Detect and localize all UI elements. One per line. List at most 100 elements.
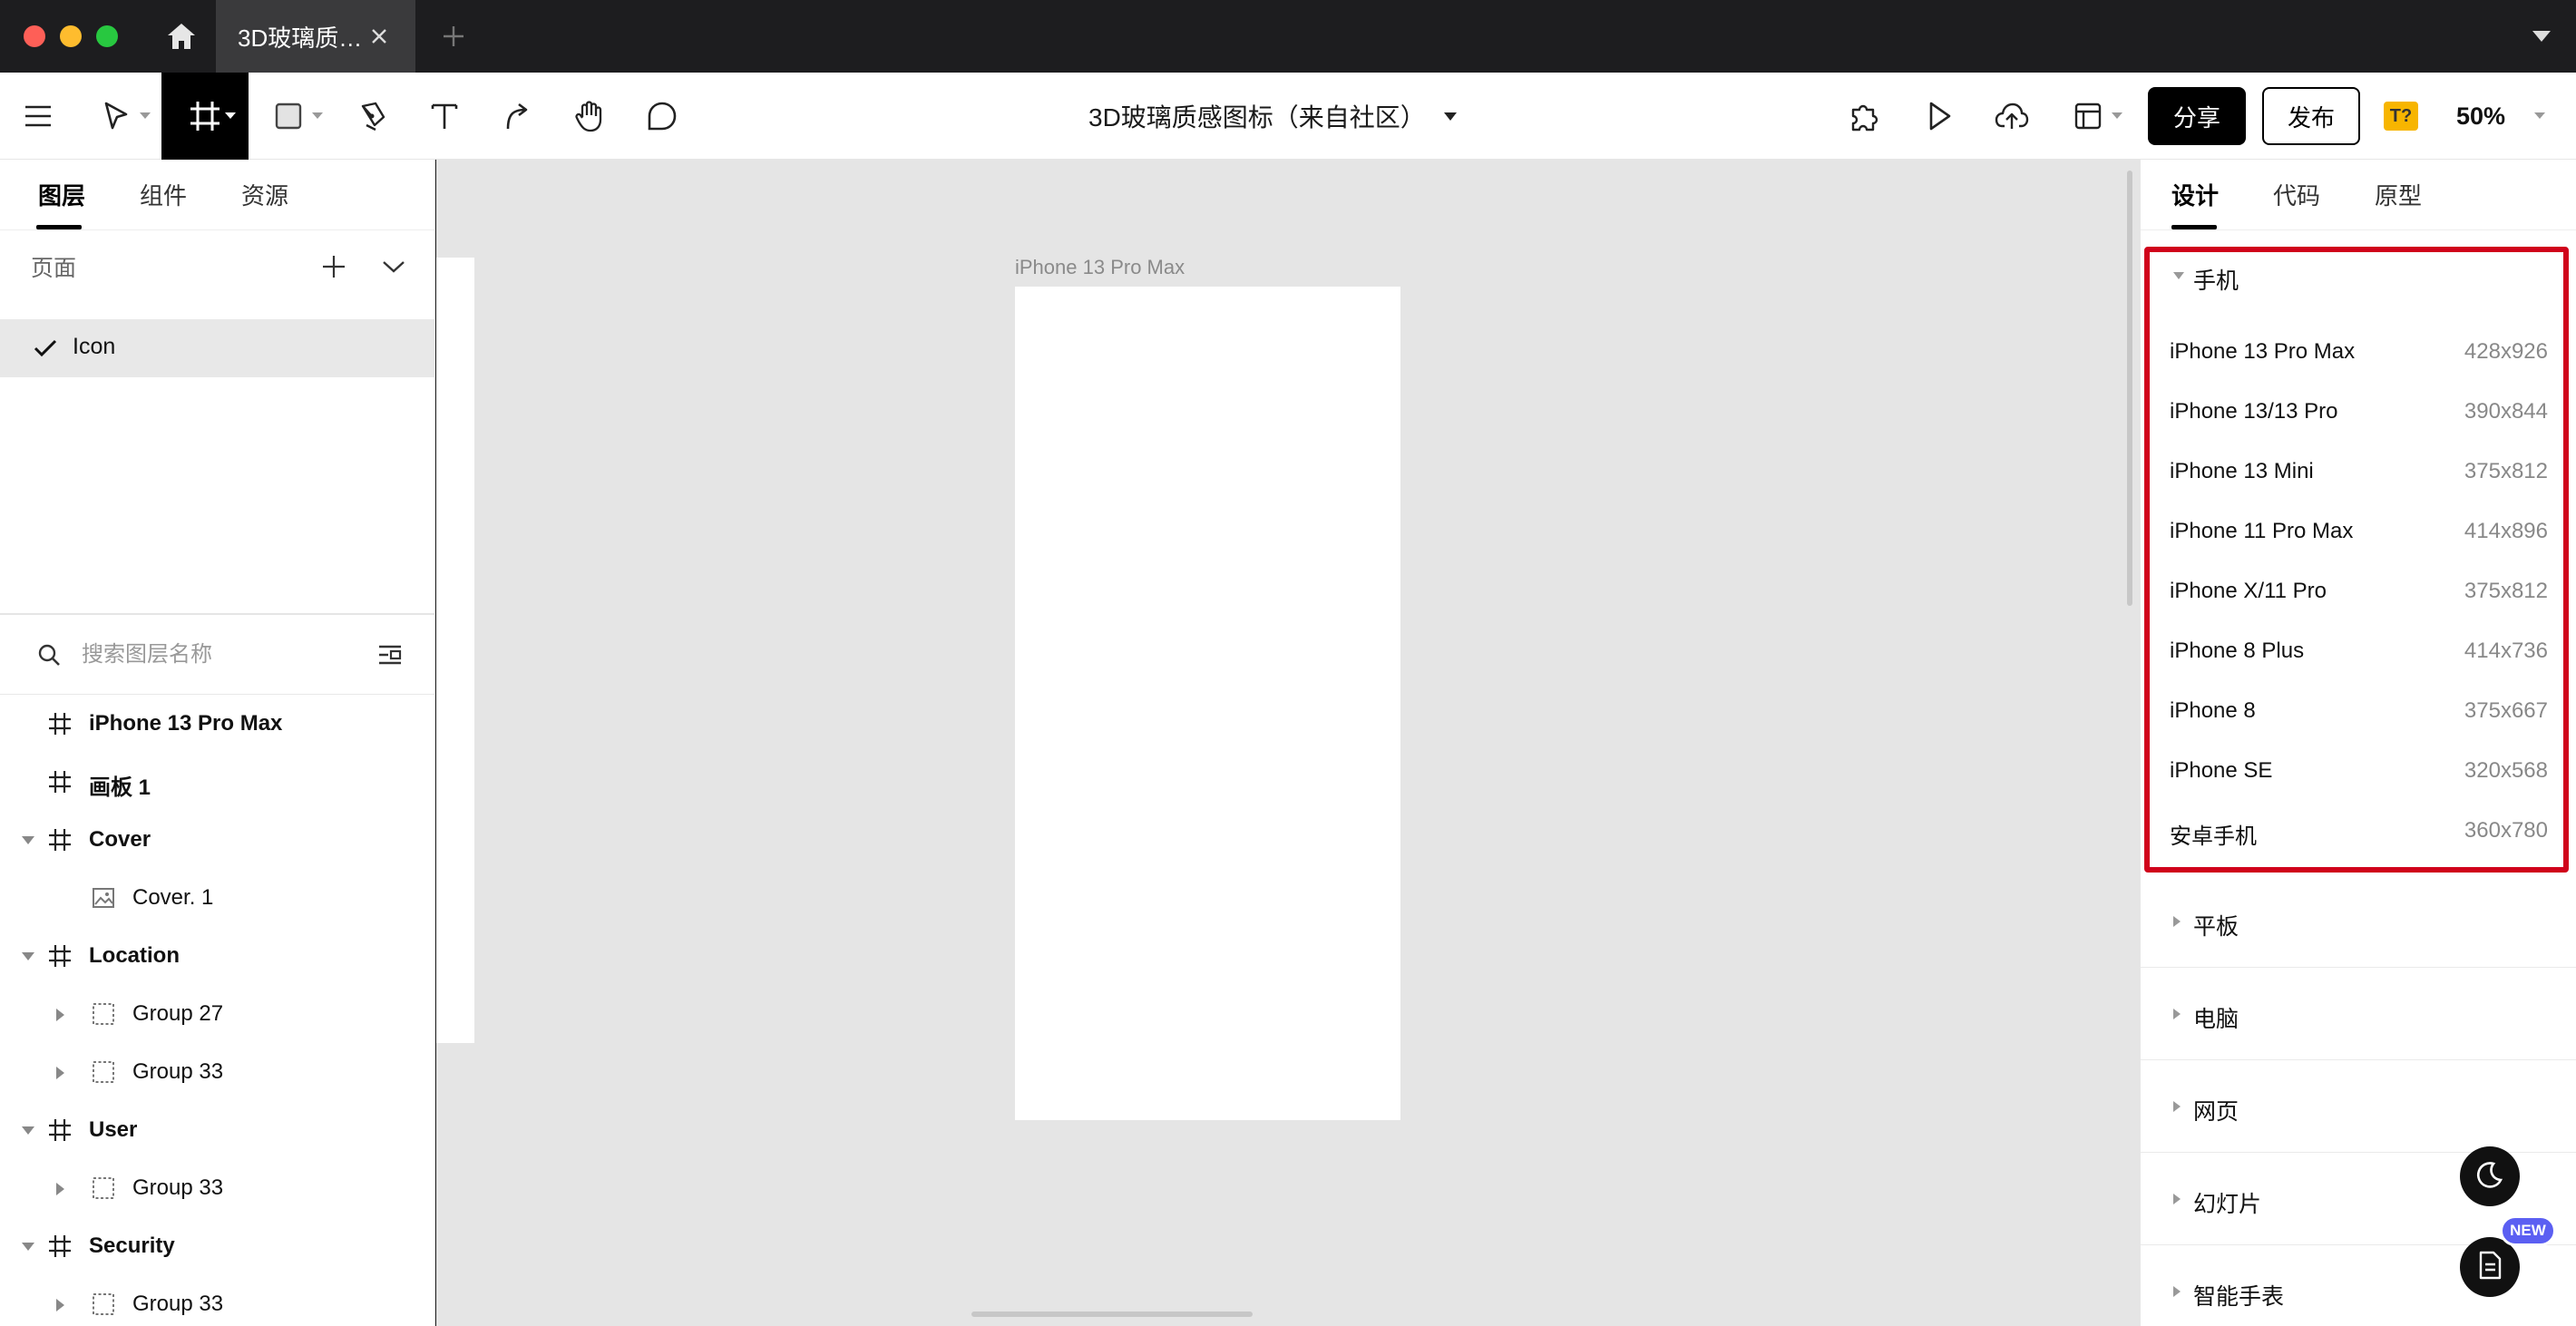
frame-icon — [47, 1233, 73, 1259]
share-button[interactable]: 分享 — [2148, 87, 2246, 145]
artboard-iphone-13-pro-max[interactable] — [1015, 287, 1400, 1120]
new-tab-button[interactable] — [434, 16, 473, 56]
close-icon[interactable] — [365, 22, 394, 51]
document-title[interactable]: 3D玻璃质感图标（来自社区） — [1088, 100, 1457, 132]
horizontal-scrollbar[interactable] — [971, 1311, 1253, 1317]
collapsed-caret-icon[interactable] — [56, 1299, 64, 1311]
moon-icon — [2475, 1160, 2504, 1194]
frame-tool-caret[interactable] — [225, 112, 236, 119]
home-icon[interactable] — [161, 16, 201, 56]
layer-row[interactable]: Cover — [0, 811, 435, 869]
expanded-caret-icon[interactable] — [22, 952, 34, 960]
layout-caret[interactable] — [2112, 112, 2122, 119]
layer-row[interactable]: Location — [0, 927, 435, 985]
add-page-icon[interactable] — [317, 250, 350, 283]
publish-button[interactable]: 发布 — [2262, 87, 2360, 145]
changelog-button[interactable] — [2460, 1237, 2520, 1297]
hand-tool-icon[interactable] — [570, 87, 610, 145]
shape-tool-icon[interactable] — [268, 87, 308, 145]
collapsed-caret-icon — [2173, 1194, 2181, 1204]
expanded-caret-icon[interactable] — [22, 1243, 34, 1251]
layout-icon[interactable] — [2068, 87, 2108, 145]
missing-font-badge[interactable]: T? — [2384, 102, 2418, 131]
zoom-level[interactable]: 50% — [2456, 100, 2505, 132]
vertical-scrollbar[interactable] — [2127, 171, 2132, 606]
move-tool-icon[interactable] — [96, 87, 136, 145]
tab-prototype[interactable]: 原型 — [2375, 178, 2422, 211]
collapsed-caret-icon[interactable] — [56, 1009, 64, 1021]
layer-row[interactable]: Group 27 — [0, 985, 435, 1043]
layer-row[interactable]: Security — [0, 1217, 435, 1275]
tab-design[interactable]: 设计 — [2171, 178, 2219, 211]
category-label: 智能手表 — [2193, 1284, 2285, 1310]
expanded-caret-icon[interactable] — [22, 1126, 34, 1135]
layer-row[interactable]: Group 33 — [0, 1159, 435, 1217]
collapsed-caret-icon — [2173, 1101, 2181, 1112]
menu-icon[interactable] — [18, 87, 58, 145]
page-item-icon[interactable]: Icon — [0, 319, 435, 377]
document-title-text: 3D玻璃质感图标（来自社区） — [1088, 103, 1426, 132]
layer-label: Location — [89, 943, 180, 968]
zoom-window-button[interactable] — [96, 25, 118, 47]
chevron-down-icon[interactable] — [1443, 112, 1457, 121]
left-panel: 图层 组件 资源 页面 Icon iPhone 13 Pro Max 画板 1 Co… — [0, 160, 435, 1326]
minimize-window-button[interactable] — [60, 25, 82, 47]
chevron-down-icon[interactable] — [2525, 20, 2558, 53]
category-item[interactable]: 平板 — [2141, 894, 2576, 949]
highlight-annotation-box — [2144, 247, 2569, 873]
layer-row[interactable]: Group 33 — [0, 1275, 435, 1326]
offscreen-frame[interactable] — [436, 258, 474, 1043]
right-panel-tabs: 设计 代码 原型 — [2141, 160, 2576, 230]
title-bar: 3D玻璃质… — [0, 0, 2576, 73]
collapsed-caret-icon[interactable] — [56, 1183, 64, 1195]
expanded-caret-icon[interactable] — [22, 836, 34, 844]
filter-icon[interactable] — [374, 640, 406, 669]
layer-row[interactable]: Cover. 1 — [0, 869, 435, 927]
layer-search-input[interactable] — [82, 635, 354, 675]
frame-icon — [47, 769, 73, 795]
layer-label: Cover. 1 — [132, 885, 214, 910]
search-icon — [34, 640, 63, 669]
collapsed-caret-icon — [2173, 1286, 2181, 1297]
canvas[interactable]: iPhone 13 Pro Max — [436, 160, 2140, 1326]
theme-toggle-button[interactable] — [2460, 1146, 2520, 1206]
tab-components[interactable]: 组件 — [140, 178, 187, 211]
frame-label[interactable]: iPhone 13 Pro Max — [1015, 256, 1185, 279]
category-item[interactable]: 电脑 — [2141, 987, 2576, 1041]
tab-code[interactable]: 代码 — [2273, 178, 2320, 211]
text-tool-icon[interactable] — [424, 87, 464, 145]
upload-cloud-icon[interactable] — [1992, 87, 2032, 145]
new-badge: NEW — [2500, 1215, 2556, 1246]
comment-tool-icon[interactable] — [642, 87, 682, 145]
layer-row[interactable]: iPhone 13 Pro Max — [0, 695, 435, 753]
zoom-caret[interactable] — [2534, 112, 2545, 119]
left-panel-tabs: 图层 组件 资源 — [0, 160, 435, 230]
close-window-button[interactable] — [24, 25, 45, 47]
pen-tool-icon[interactable] — [352, 87, 392, 145]
tab-layers[interactable]: 图层 — [38, 178, 85, 211]
layer-row[interactable]: Group 33 — [0, 1043, 435, 1101]
chevron-down-icon[interactable] — [377, 250, 410, 283]
play-icon[interactable] — [1919, 87, 1959, 145]
plugin-icon[interactable] — [1845, 87, 1885, 145]
group-icon — [91, 1292, 116, 1317]
document-tab[interactable]: 3D玻璃质… — [216, 0, 415, 73]
image-icon — [91, 885, 116, 911]
collapsed-caret-icon[interactable] — [56, 1067, 64, 1079]
pages-label: 页面 — [31, 256, 77, 281]
active-tab-indicator — [2171, 225, 2217, 229]
layer-row[interactable]: 画板 1 — [0, 753, 435, 811]
toolbar: 3D玻璃质感图标（来自社区） 分享 发布 T? 50% — [0, 73, 2576, 160]
shape-tool-caret[interactable] — [312, 112, 323, 119]
page-item-label: Icon — [73, 334, 116, 359]
layer-label: Security — [89, 1233, 175, 1258]
collapsed-caret-icon — [2173, 1009, 2181, 1019]
move-tool-caret[interactable] — [140, 112, 151, 119]
tab-assets[interactable]: 资源 — [241, 178, 288, 211]
group-icon — [91, 1175, 116, 1201]
connector-tool-icon[interactable] — [497, 87, 537, 145]
category-item[interactable]: 网页 — [2141, 1079, 2576, 1134]
layer-row[interactable]: User — [0, 1101, 435, 1159]
group-icon — [91, 1059, 116, 1085]
layer-list: iPhone 13 Pro Max 画板 1 Cover Cover. 1 Locati… — [0, 695, 435, 1326]
